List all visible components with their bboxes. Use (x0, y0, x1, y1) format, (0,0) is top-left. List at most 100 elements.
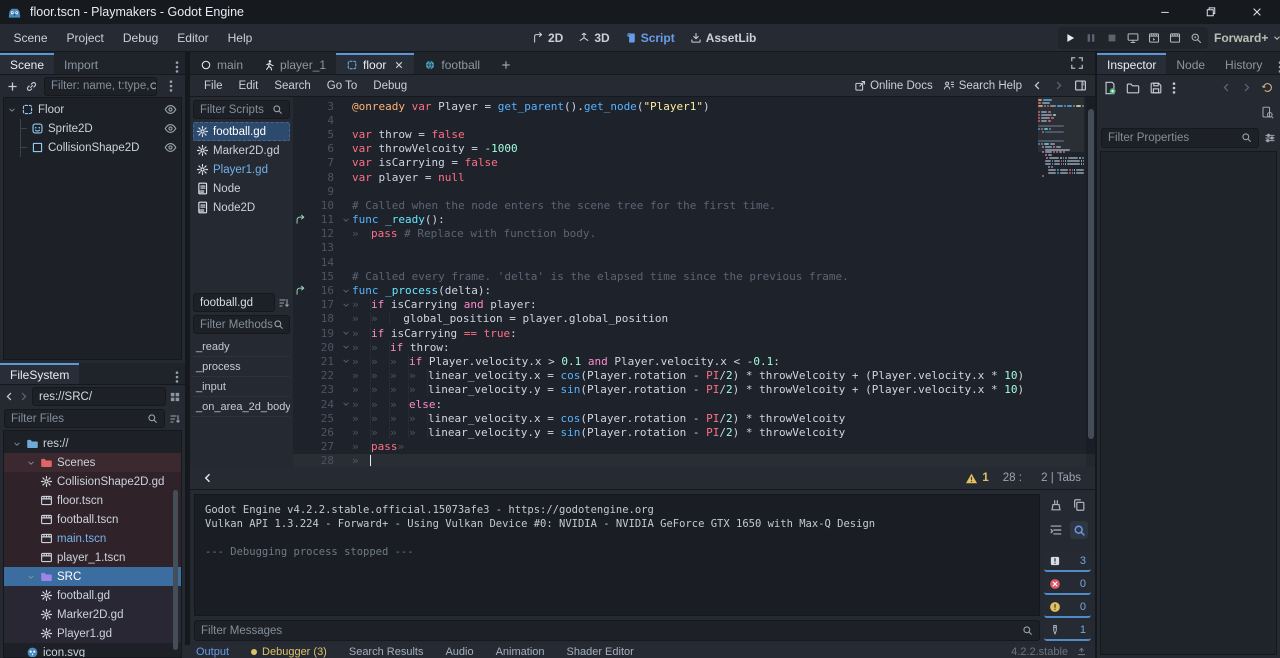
scene-tab-floor[interactable]: floor (336, 53, 414, 74)
fs-item-scenes[interactable]: Scenes (4, 453, 181, 472)
play-scene-icon[interactable] (1148, 32, 1160, 44)
search-help-button[interactable]: Search Help (943, 80, 1022, 92)
script-menu-file[interactable]: File (196, 80, 231, 92)
menu-editor[interactable]: Editor (168, 31, 218, 45)
script-item-node2d[interactable]: DOCNode2D (193, 198, 290, 217)
script-menu-debug[interactable]: Debug (365, 80, 415, 92)
scene-tabs-menu-icon[interactable] (169, 60, 185, 74)
movie-maker-icon[interactable] (1190, 32, 1202, 44)
workspace-2d[interactable]: 2D (528, 31, 567, 45)
workspace-script[interactable]: Script (621, 31, 679, 45)
fold-arrow-icon[interactable] (339, 342, 352, 352)
online-docs-button[interactable]: Online Docs (854, 80, 933, 92)
chevron-down-icon[interactable] (26, 572, 36, 582)
close-icon[interactable] (394, 60, 404, 70)
tab-node[interactable]: Node (1166, 53, 1215, 74)
fs-item-football-gd[interactable]: football.gd (4, 586, 181, 605)
code-line-11[interactable]: 11func _ready(): (293, 213, 1095, 227)
stop-icon[interactable] (1106, 32, 1118, 44)
tab-inspector[interactable]: Inspector (1097, 53, 1166, 74)
filter-scripts-input[interactable]: Filter Scripts (193, 100, 290, 119)
menu-project[interactable]: Project (57, 31, 113, 45)
code-line-6[interactable]: 6var throwVelcoity = -1000 (293, 142, 1095, 156)
fs-item-floor-tscn[interactable]: floor.tscn (4, 491, 181, 510)
resource-menu-icon[interactable] (1172, 81, 1176, 95)
script-history-back-icon[interactable] (1032, 80, 1043, 91)
renderer-selector[interactable]: Forward+ (1214, 24, 1280, 52)
open-docs-icon[interactable] (1261, 106, 1274, 119)
script-item-marker2d-gd[interactable]: Marker2D.gd (193, 141, 290, 160)
code-minimap[interactable] (1038, 97, 1084, 467)
code-line-17[interactable]: 17»if isCarrying and player: (293, 298, 1095, 312)
warning-count-badge[interactable]: 1 (965, 472, 988, 485)
filesystem-scrollbar[interactable] (172, 430, 179, 656)
scene-node-sprite2d[interactable]: Sprite2D (4, 119, 181, 138)
clear-output-icon[interactable] (1047, 496, 1065, 514)
close-button[interactable] (1234, 0, 1280, 24)
edits-counter[interactable]: 1 (1044, 621, 1091, 641)
method-sort-icon[interactable] (278, 297, 290, 309)
fs-item-src[interactable]: SRC (4, 567, 181, 586)
version-update-icon[interactable] (1076, 646, 1087, 657)
new-scene-tab-button[interactable] (490, 53, 522, 74)
fold-arrow-icon[interactable] (339, 286, 352, 296)
fs-item-icon-svg[interactable]: icon.svg (4, 643, 181, 658)
bottom-tab-shader-editor[interactable]: Shader Editor (556, 645, 645, 658)
scene-tab-player_1[interactable]: player_1 (253, 53, 336, 74)
fs-item-player1-gd[interactable]: Player1.gd (4, 624, 181, 643)
scene-filter-input[interactable]: Filter: name, t:type, (44, 77, 157, 96)
tab-filesystem[interactable]: FileSystem (0, 363, 79, 384)
new-resource-icon[interactable] (1103, 81, 1117, 95)
instance-scene-icon[interactable] (25, 80, 38, 93)
code-line-24[interactable]: 24»»»else: (293, 397, 1095, 411)
save-resource-icon[interactable] (1149, 81, 1163, 95)
fold-arrow-icon[interactable] (339, 356, 352, 366)
bottom-tab-audio[interactable]: Audio (434, 645, 484, 658)
chevron-down-icon[interactable] (7, 105, 17, 115)
chevron-down-icon[interactable] (12, 439, 22, 449)
code-line-7[interactable]: 7var isCarrying = false (293, 156, 1095, 170)
filesystem-menu-icon[interactable] (169, 370, 185, 384)
fs-item-player-1-tscn[interactable]: player_1.tscn (4, 548, 181, 567)
method--ready[interactable]: _ready (193, 337, 290, 357)
maximize-button[interactable] (1188, 0, 1234, 24)
code-line-12[interactable]: 12»pass # Replace with function body. (293, 227, 1095, 241)
code-line-10[interactable]: 10# Called when the node enters the scen… (293, 198, 1095, 212)
fold-arrow-icon[interactable] (339, 300, 352, 310)
tab-history[interactable]: History (1215, 53, 1272, 74)
eye-icon[interactable] (164, 141, 177, 154)
filter-files-input[interactable]: Filter Files (4, 409, 165, 428)
fold-arrow-icon[interactable] (339, 215, 352, 225)
fold-arrow-icon[interactable] (339, 399, 352, 409)
toggle-split-mode-icon[interactable] (169, 391, 181, 403)
scroll-left-icon[interactable] (190, 472, 226, 484)
code-line-28[interactable]: 28» (293, 454, 1095, 467)
bottom-tab-animation[interactable]: Animation (485, 645, 556, 658)
nav-back-icon[interactable] (4, 391, 15, 402)
file-sort-icon[interactable] (169, 413, 181, 425)
bottom-tab-debugger-3-[interactable]: Debugger (3) (240, 645, 338, 658)
script-history-forward-icon[interactable] (1053, 80, 1064, 91)
code-line-25[interactable]: 25»»»»linear_velocity.x = cos(Player.rot… (293, 411, 1095, 425)
code-editor[interactable]: 3@onready var Player = get_parent().get_… (293, 97, 1095, 467)
property-filter-icon[interactable] (1264, 132, 1276, 144)
code-line-22[interactable]: 22»»»»linear_velocity.x = cos(Player.rot… (293, 369, 1095, 383)
scene-tab-main[interactable]: main (190, 53, 253, 74)
fold-arrow-icon[interactable] (339, 328, 352, 338)
script-menu-search[interactable]: Search (266, 80, 318, 92)
method--process[interactable]: _process (193, 357, 290, 377)
code-scrollbar[interactable] (1086, 97, 1095, 467)
chevron-down-icon[interactable] (26, 458, 36, 468)
code-line-26[interactable]: 26»»»»linear_velocity.y = sin(Player.rot… (293, 425, 1095, 439)
fs-item-football-tscn[interactable]: football.tscn (4, 510, 181, 529)
code-line-19[interactable]: 19»if isCarrying == true: (293, 326, 1095, 340)
errors-counter[interactable]: 0 (1044, 575, 1091, 595)
code-line-18[interactable]: 18»» global_position = player.global_pos… (293, 312, 1095, 326)
inspector-back-icon[interactable] (1221, 82, 1232, 93)
filesystem-path-field[interactable]: res://SRC/ (32, 387, 166, 406)
workspace-assetlib[interactable]: AssetLib (686, 31, 761, 45)
object-history-icon[interactable] (1261, 81, 1274, 94)
search-output-icon[interactable] (1070, 521, 1088, 539)
bottom-tab-search-results[interactable]: Search Results (338, 645, 435, 658)
method--on-area-2d-body-[interactable]: _on_area_2d_body_... (193, 397, 290, 417)
